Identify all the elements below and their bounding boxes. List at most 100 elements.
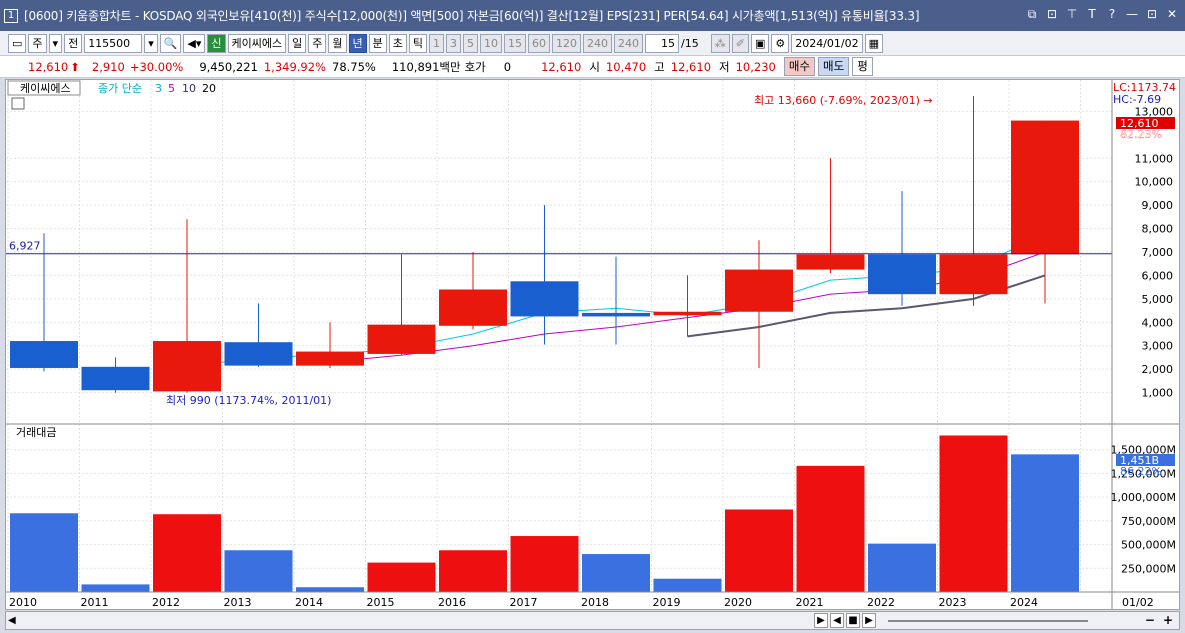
- minimize-icon[interactable]: —: [1125, 7, 1139, 22]
- volume: 9,450,221: [199, 59, 258, 74]
- date-input[interactable]: 2024/01/02: [791, 33, 863, 53]
- page-total: /15: [681, 36, 699, 50]
- new-badge: 신: [207, 33, 226, 53]
- zoom-slider[interactable]: [888, 620, 1088, 622]
- save-icon[interactable]: ▣: [750, 33, 770, 53]
- volume-tick-label: 1,000,000M: [1111, 491, 1176, 504]
- x-tick-label: 2015: [367, 596, 395, 609]
- jeon-button[interactable]: 전: [64, 33, 83, 53]
- stock-name-field[interactable]: 케이씨에스: [227, 33, 287, 53]
- period-week[interactable]: 주: [308, 33, 327, 53]
- buy-button[interactable]: 매수: [783, 57, 816, 76]
- search-icon[interactable]: 🔍: [159, 33, 182, 53]
- interval-120[interactable]: 120: [552, 33, 582, 53]
- period-dropdown-icon[interactable]: ▾: [48, 33, 63, 53]
- stop-icon[interactable]: ■: [846, 613, 860, 628]
- x-tick-label: 2022: [867, 596, 895, 609]
- current-volume-pct-tag: 86.22%: [1120, 465, 1162, 478]
- x-tick-label: 2012: [152, 596, 180, 609]
- window-number: 1: [4, 8, 18, 23]
- scroll-controls: ▶ ◀ ■ ▶: [814, 613, 876, 628]
- candle-body: [153, 341, 221, 392]
- period-tick[interactable]: 틱: [408, 33, 428, 53]
- zoom-out-icon[interactable]: −: [1145, 613, 1155, 627]
- high-annotation: 최고 13,660 (-7.69%, 2023/01) →: [754, 94, 933, 107]
- close-icon[interactable]: ✕: [1165, 7, 1179, 22]
- help-icon[interactable]: ?: [1105, 7, 1119, 22]
- interval-15[interactable]: 15: [504, 33, 527, 53]
- volume-bar: [653, 578, 722, 592]
- interval-select[interactable]: 240: [614, 33, 644, 53]
- volume-bar: [796, 465, 865, 592]
- period-month[interactable]: 월: [328, 33, 347, 53]
- period-minute[interactable]: 분: [368, 33, 387, 53]
- open-label: 시: [589, 59, 600, 74]
- text-icon[interactable]: T: [1085, 7, 1099, 22]
- play-icon[interactable]: ▶: [814, 613, 828, 628]
- stock-code-input[interactable]: 115500: [84, 33, 143, 53]
- interval-10[interactable]: 10: [480, 33, 503, 53]
- interval-3[interactable]: 3: [446, 33, 462, 53]
- price-tick-label: 2,000: [1142, 363, 1174, 376]
- page-input[interactable]: 15: [645, 33, 680, 53]
- hoga-label: 호가: [464, 59, 486, 74]
- table-icon: [11, 97, 25, 110]
- ma-period-20: 20: [202, 82, 216, 95]
- x-tick-label: 2011: [81, 596, 109, 609]
- link-window-icon[interactable]: ⧉: [1025, 7, 1039, 22]
- interval-1[interactable]: 1: [429, 33, 445, 53]
- screen-icon[interactable]: ⊡: [1045, 7, 1059, 22]
- zoom-in-icon[interactable]: +: [1163, 613, 1173, 627]
- x-tick-label: 2023: [939, 596, 967, 609]
- volume-ratio: 1,349.92%: [263, 59, 326, 74]
- rewind-icon[interactable]: ◀: [830, 613, 844, 628]
- chart-svg[interactable]: 6,927 13,00011,00010,0009,0008,0007,0006…: [6, 80, 1179, 609]
- interval-5[interactable]: 5: [463, 33, 479, 53]
- interval-60[interactable]: 60: [528, 33, 551, 53]
- forward-icon[interactable]: ▶: [862, 613, 876, 628]
- x-tick-label: 2021: [796, 596, 824, 609]
- candle-body: [81, 366, 150, 391]
- current-pct-tag: 82.23%: [1120, 128, 1162, 141]
- hoga-price: 12,610: [541, 59, 582, 74]
- window-titlebar: 1 [0600] 키움종합차트 - KOSDAQ 외국인보유[410(천)] 주…: [0, 0, 1185, 31]
- pin-icon[interactable]: ⊤: [1065, 7, 1079, 22]
- gear-icon[interactable]: ⚙: [771, 33, 790, 53]
- x-tick-label: 2018: [581, 596, 609, 609]
- calendar-icon[interactable]: ▦: [864, 33, 884, 53]
- turnover: 78.75%: [332, 59, 376, 74]
- volume-tick-label: 750,000M: [1121, 515, 1176, 528]
- interval-240[interactable]: 240: [583, 33, 613, 53]
- quote-bar: 12,610 ⬆ 2,910 +30.00% 9,450,221 1,349.9…: [0, 55, 1185, 78]
- period-day[interactable]: 일: [288, 33, 307, 53]
- trade-amount: 110,891백만: [391, 59, 461, 74]
- chart-scrollbar[interactable]: ◀ ▶ ◀ ■ ▶ − +: [5, 611, 1180, 630]
- period-year[interactable]: 년: [348, 33, 367, 53]
- draw-icon[interactable]: ✐: [731, 33, 749, 53]
- period-toggle[interactable]: 주: [28, 33, 47, 53]
- period-second[interactable]: 초: [388, 33, 407, 53]
- volume-bar: [10, 513, 78, 592]
- sound-icon[interactable]: ◀▾: [183, 33, 206, 53]
- volume-bar: [224, 550, 293, 592]
- candle-body: [510, 281, 579, 317]
- window-title: [0600] 키움종합차트 - KOSDAQ 외국인보유[410(천)] 주식수…: [24, 9, 920, 23]
- candle-body: [224, 342, 293, 366]
- maximize-icon[interactable]: ⊡: [1145, 7, 1159, 22]
- volume-bar: [439, 550, 507, 592]
- scroll-left-icon[interactable]: ◀: [8, 615, 16, 626]
- candle-body: [796, 254, 865, 270]
- candle-body: [1011, 120, 1079, 255]
- avg-button[interactable]: 평: [852, 57, 873, 76]
- x-tick-label: 2024: [1010, 596, 1038, 609]
- layout-icon[interactable]: ▭: [8, 33, 27, 53]
- price-tick-label: 3,000: [1142, 340, 1174, 353]
- volume-bar: [153, 514, 221, 592]
- chart-area[interactable]: 6,927 13,000 11,000 10,000 9,000 8,000 7,000 6…: [5, 79, 1180, 610]
- stock-label: 케이씨에스: [20, 82, 71, 95]
- sell-button[interactable]: 매도: [818, 57, 850, 76]
- compare-icon[interactable]: ⁂: [710, 33, 730, 53]
- code-dropdown-icon[interactable]: ▾: [144, 33, 158, 53]
- price-tick-label: 1,000: [1142, 387, 1174, 400]
- window-buttons: ⧉ ⊡ ⊤ T ? — ⊡ ✕: [1025, 7, 1179, 22]
